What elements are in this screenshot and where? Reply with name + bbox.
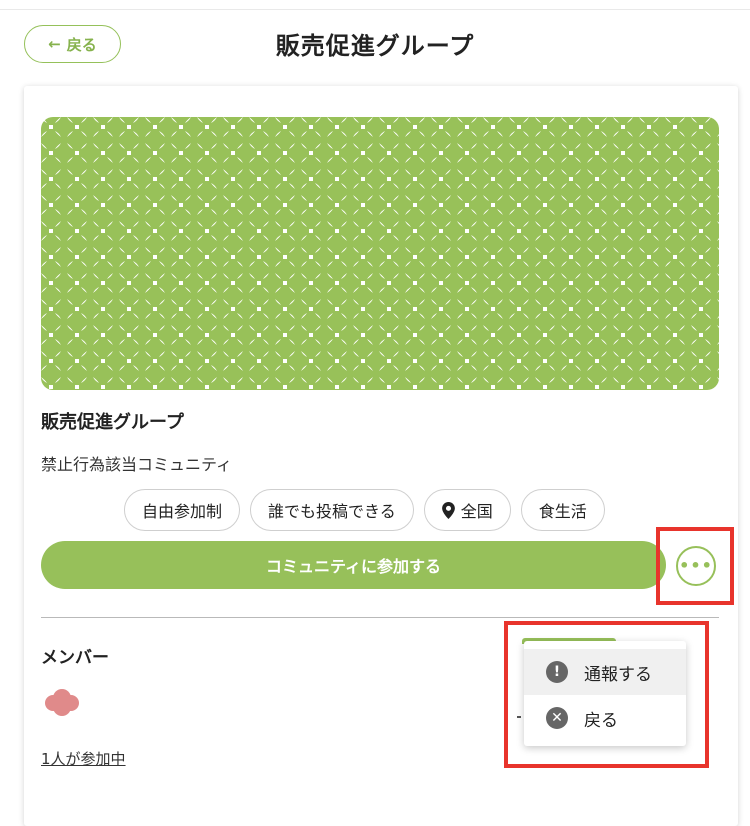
tag-label: 食生活 <box>538 502 587 521</box>
tag-label: 自由参加制 <box>142 502 223 521</box>
community-description: 禁止行為該当コミュニティ <box>41 455 233 474</box>
tag-label: 全国 <box>460 502 493 521</box>
highlight-box-menu <box>504 621 709 768</box>
tag-region: 全国 <box>423 489 511 531</box>
top-edge <box>0 0 750 10</box>
community-name: 販売促進グループ <box>41 412 184 433</box>
highlight-box-more <box>656 527 734 605</box>
location-pin-icon <box>441 501 455 519</box>
members-heading: メンバー <box>41 648 109 668</box>
community-banner-image <box>41 117 719 390</box>
tag-label: 誰でも投稿できる <box>268 502 396 521</box>
member-count-link[interactable]: 1人が参加中 <box>41 748 126 769</box>
tag-free-join: 自由参加制 <box>124 489 241 531</box>
section-divider <box>41 617 719 618</box>
tag-category: 食生活 <box>520 489 605 531</box>
page-title: 販売促進グループ <box>275 32 475 60</box>
member-avatar[interactable] <box>44 688 80 718</box>
tag-anyone-can-post: 誰でも投稿できる <box>250 489 414 531</box>
tag-list: 自由参加制 誰でも投稿できる 全国 食生活 <box>124 489 605 531</box>
join-community-button[interactable]: コミュニティに参加する <box>41 541 666 589</box>
